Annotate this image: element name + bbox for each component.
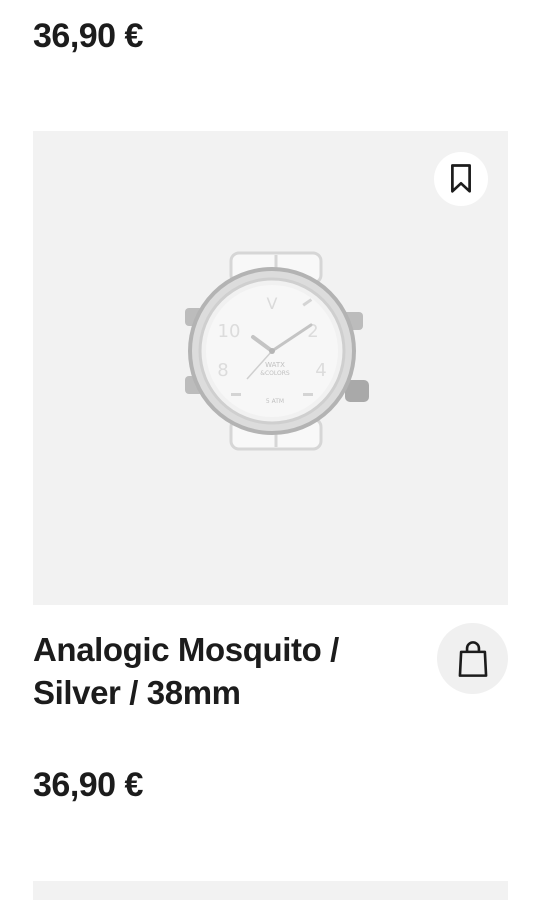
svg-text:4: 4 bbox=[315, 360, 326, 381]
previous-product-price: 36,90 € bbox=[33, 17, 143, 55]
product-image[interactable]: V 10 2 8 4 WATX &COLORS 5 ATM bbox=[33, 131, 508, 605]
product-name[interactable]: Analogic Mosquito / Silver / 38mm bbox=[33, 628, 413, 714]
bookmark-button[interactable] bbox=[434, 152, 488, 206]
bookmark-icon bbox=[451, 164, 471, 193]
product-price: 36,90 € bbox=[33, 766, 143, 804]
add-to-cart-button[interactable] bbox=[437, 623, 508, 694]
svg-text:2: 2 bbox=[307, 321, 318, 342]
svg-text:5 ATM: 5 ATM bbox=[266, 398, 284, 405]
svg-text:10: 10 bbox=[218, 321, 241, 342]
svg-text:&COLORS: &COLORS bbox=[260, 370, 290, 377]
shopping-bag-icon bbox=[458, 640, 487, 677]
product-card: V 10 2 8 4 WATX &COLORS 5 ATM Analogic M… bbox=[0, 131, 558, 831]
watch-image: V 10 2 8 4 WATX &COLORS 5 ATM bbox=[185, 251, 369, 451]
svg-text:8: 8 bbox=[217, 360, 228, 381]
next-product-image[interactable] bbox=[33, 881, 508, 900]
svg-text:V: V bbox=[267, 294, 278, 313]
svg-text:WATX: WATX bbox=[265, 361, 285, 369]
